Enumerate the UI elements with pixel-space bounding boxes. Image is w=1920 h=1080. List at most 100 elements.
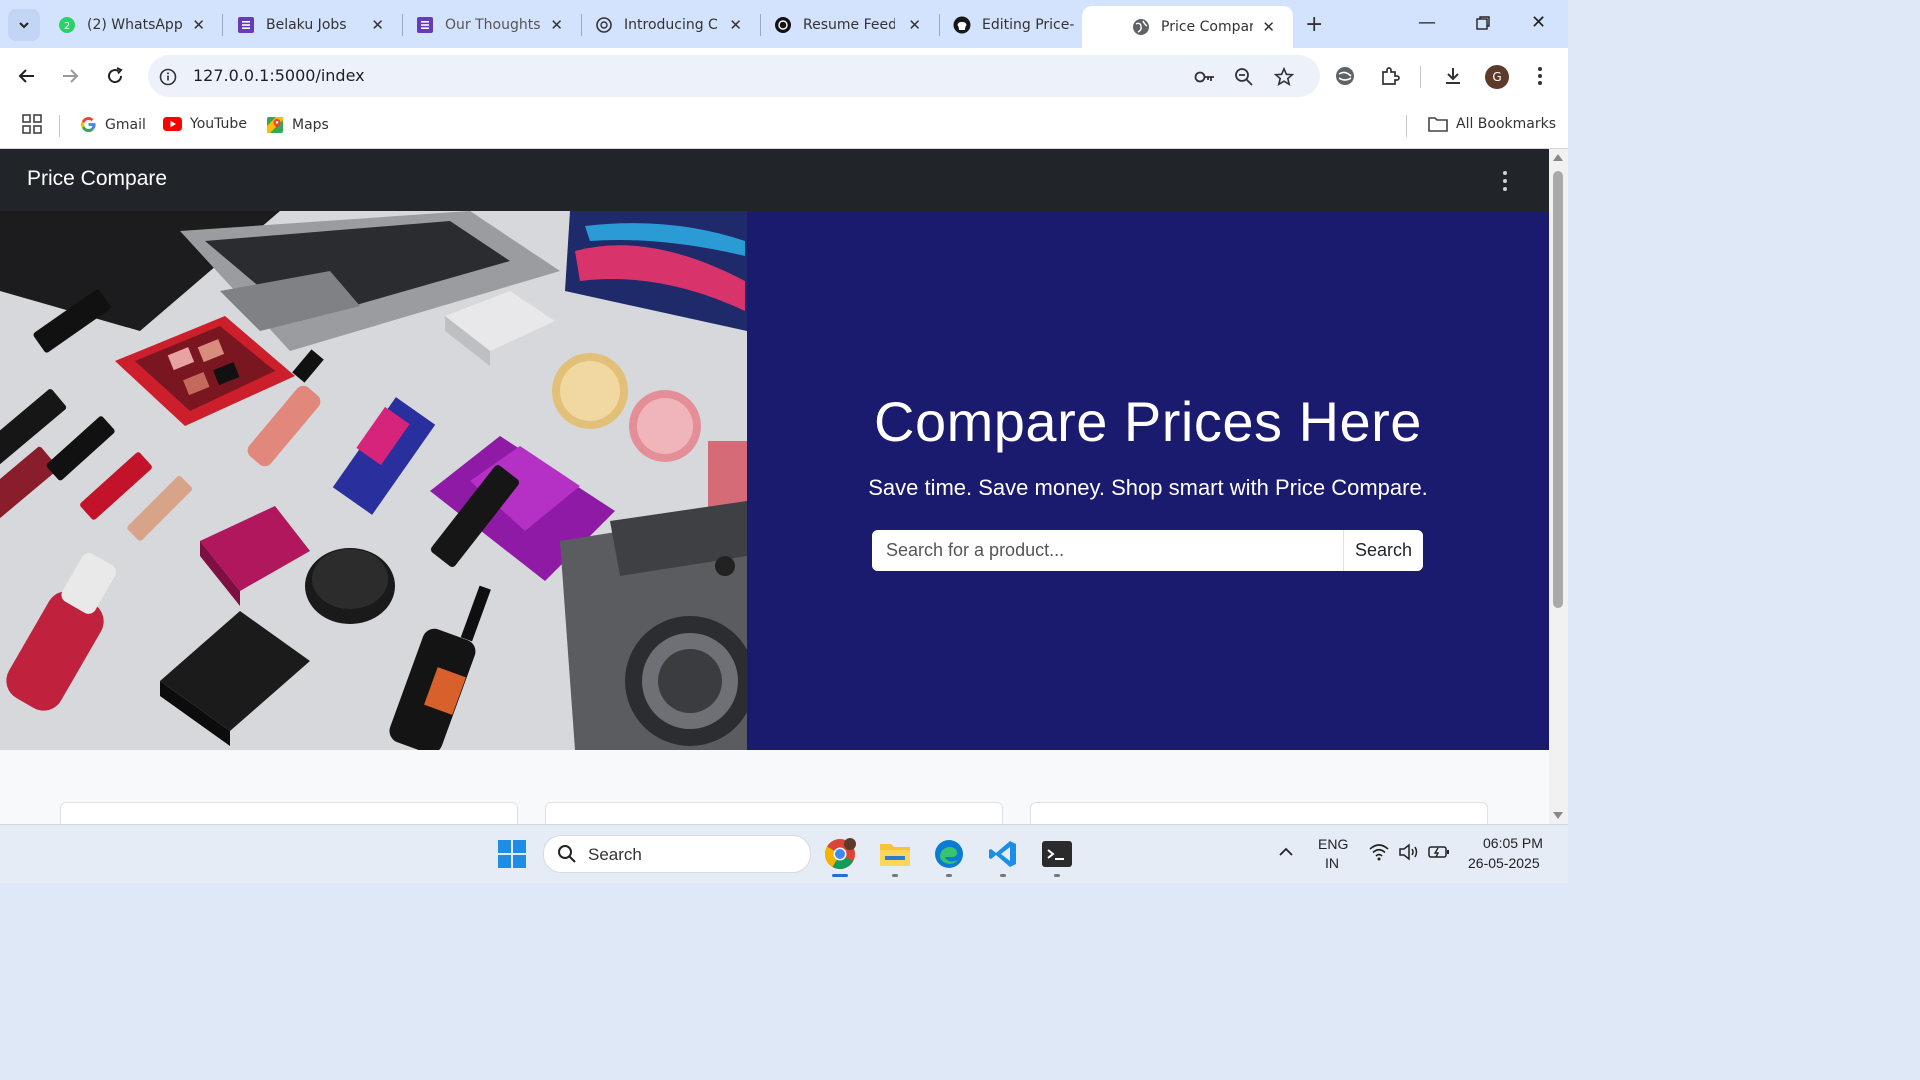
site-info-icon[interactable]	[157, 66, 179, 88]
region-indicator[interactable]: IN	[1325, 855, 1339, 871]
zoom-icon[interactable]	[1233, 66, 1255, 88]
edge-icon	[935, 840, 963, 868]
browser-toolbar: 127.0.0.1:5000/index G	[0, 48, 1568, 104]
taskbar-edge[interactable]	[929, 835, 969, 877]
openai-icon	[775, 17, 791, 33]
close-icon[interactable]: ✕	[1262, 18, 1275, 36]
bookmark-star-icon[interactable]	[1273, 66, 1295, 88]
forms-icon	[417, 17, 433, 33]
hero-section: Compare Prices Here Save time. Save mone…	[747, 211, 1549, 750]
password-key-icon[interactable]	[1194, 66, 1216, 88]
forms-icon	[238, 17, 254, 33]
tab-price-compare[interactable]: Price Compare ✕	[1082, 6, 1293, 48]
running-indicator	[892, 874, 898, 877]
youtube-icon	[163, 117, 182, 131]
bookmark-maps[interactable]: Maps	[266, 116, 329, 134]
globe-icon	[1133, 19, 1149, 35]
taskbar-search-label: Search	[588, 845, 642, 864]
new-tab-button[interactable]: +	[1305, 12, 1323, 37]
tab-title: Editing Price-C	[982, 17, 1074, 33]
clock-time[interactable]: 06:05 PM	[1483, 835, 1543, 851]
arrow-right-icon	[63, 69, 79, 83]
tab-strip: 2 (2) WhatsApp ✕ Belaku Jobs ✕ Our Thoug…	[0, 0, 1568, 48]
browser-menu-icon[interactable]	[1528, 64, 1552, 88]
taskbar-file-explorer[interactable]	[875, 835, 915, 877]
bookmark-youtube[interactable]: YouTube	[163, 116, 247, 132]
battery-charging-icon[interactable]	[1428, 844, 1450, 860]
svg-text:2: 2	[64, 21, 70, 32]
active-indicator	[832, 874, 848, 877]
language-indicator[interactable]: ENG	[1318, 836, 1348, 852]
page-scrollbar[interactable]	[1549, 149, 1568, 824]
toolbar-divider	[1420, 66, 1421, 88]
bookmark-label: YouTube	[190, 116, 247, 132]
product-card	[60, 802, 518, 824]
forward-button[interactable]	[57, 63, 83, 89]
close-window-button[interactable]: ✕	[1531, 12, 1546, 33]
bookmark-gmail[interactable]: Gmail	[80, 116, 146, 133]
hero-product-image	[0, 211, 747, 750]
volume-icon[interactable]	[1398, 843, 1420, 861]
running-indicator	[946, 874, 952, 877]
back-button[interactable]	[14, 63, 40, 89]
products-flatlay-image	[0, 211, 747, 750]
product-card	[1030, 802, 1488, 824]
all-bookmarks-label: All Bookmarks	[1456, 116, 1557, 132]
extensions-puzzle-icon[interactable]	[1378, 64, 1402, 88]
minimize-button[interactable]: —	[1418, 12, 1436, 33]
bookmarks-bar: Gmail YouTube Maps All Bookmarks	[0, 104, 1568, 149]
google-icon	[80, 116, 97, 133]
openai-icon	[596, 17, 612, 33]
product-card	[545, 802, 1003, 824]
clock-date[interactable]: 26-05-2025	[1468, 855, 1540, 871]
scroll-thumb[interactable]	[1553, 171, 1563, 608]
page-viewport: Price Compare Compare Prices Here Save t…	[0, 149, 1549, 824]
bookmark-label: Gmail	[105, 116, 146, 133]
taskbar-search[interactable]: Search	[543, 835, 811, 873]
downloads-icon[interactable]	[1441, 64, 1465, 88]
extension-icon[interactable]	[1333, 64, 1357, 88]
navbar-menu-toggle[interactable]	[1497, 171, 1513, 191]
windows-logo-icon	[498, 840, 526, 868]
running-indicator	[1054, 874, 1060, 877]
maps-icon	[266, 116, 284, 134]
product-search-form: Search	[872, 530, 1423, 571]
search-button[interactable]: Search	[1343, 530, 1423, 571]
terminal-icon	[1042, 841, 1072, 867]
start-button[interactable]	[492, 835, 532, 873]
hero-subtitle: Save time. Save money. Shop smart with P…	[868, 475, 1428, 500]
all-bookmarks-button[interactable]: All Bookmarks	[1428, 116, 1556, 132]
whatsapp-icon: 2	[59, 17, 75, 33]
bookmarks-divider	[59, 115, 60, 137]
folder-icon	[1428, 116, 1448, 132]
arrow-left-icon	[18, 69, 34, 83]
taskbar-terminal[interactable]	[1037, 835, 1077, 877]
vscode-icon	[989, 841, 1016, 867]
chevron-up-icon[interactable]	[1278, 847, 1294, 857]
reload-button[interactable]	[102, 63, 128, 89]
site-brand[interactable]: Price Compare	[27, 167, 167, 191]
folder-icon	[880, 844, 910, 866]
apps-grid-icon[interactable]	[22, 114, 42, 134]
bookmark-label: Maps	[292, 117, 329, 133]
address-bar[interactable]: 127.0.0.1:5000/index	[148, 55, 1320, 97]
windows-taskbar: Search ENG IN 06:05 PM 26-05-2025	[0, 824, 1568, 883]
search-icon	[558, 845, 576, 863]
reload-icon	[108, 67, 123, 84]
tab-title: Introducing Cl	[624, 17, 719, 33]
restore-button[interactable]	[1476, 16, 1490, 30]
tab-title: Price Compare	[1161, 19, 1253, 35]
running-indicator	[1000, 874, 1006, 877]
product-search-input[interactable]	[872, 530, 1342, 571]
tab-title: Resume Feedl	[803, 17, 895, 33]
profile-avatar[interactable]: G	[1485, 65, 1509, 89]
scroll-up-arrow-icon[interactable]	[1553, 154, 1563, 161]
bookmarks-divider	[1406, 115, 1407, 137]
github-icon	[953, 16, 971, 34]
wifi-icon[interactable]	[1369, 843, 1389, 861]
taskbar-chrome[interactable]	[820, 835, 860, 877]
url-text[interactable]: 127.0.0.1:5000/index	[193, 66, 365, 85]
hero-title: Compare Prices Here	[874, 390, 1422, 453]
scroll-down-arrow-icon[interactable]	[1553, 812, 1563, 819]
taskbar-vscode[interactable]	[983, 835, 1023, 877]
